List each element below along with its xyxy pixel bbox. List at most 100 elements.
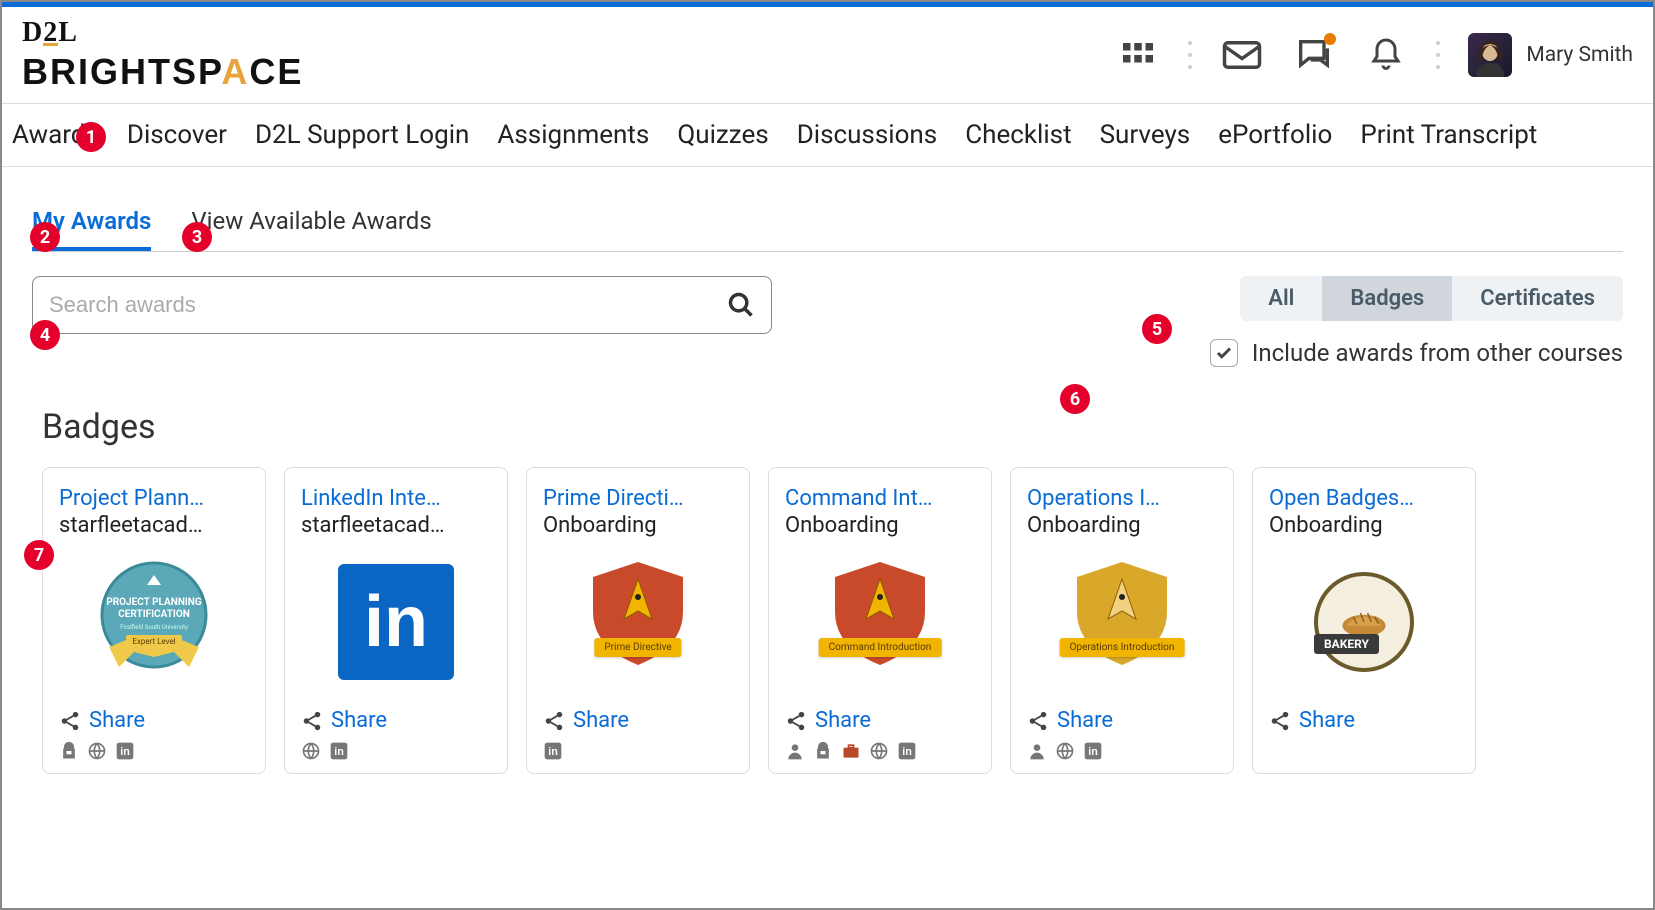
- linkedin-icon[interactable]: in: [543, 741, 563, 761]
- share-button[interactable]: Share: [301, 708, 491, 733]
- badge-title-link[interactable]: Operations I…: [1027, 486, 1217, 511]
- badge-image: Prime Directive: [543, 548, 733, 696]
- svg-text:in: in: [120, 746, 130, 758]
- filter-column: All Badges Certificates Include awards f…: [1210, 276, 1623, 367]
- nav-bar: Awards Discover D2L Support Login Assign…: [2, 104, 1653, 167]
- globe-icon[interactable]: [1055, 741, 1075, 761]
- share-button[interactable]: Share: [1027, 708, 1217, 733]
- backpack-icon[interactable]: [59, 741, 79, 761]
- badge-ribbon: BAKERY: [1314, 634, 1379, 654]
- linkedin-icon[interactable]: in: [1083, 741, 1103, 761]
- linkedin-icon[interactable]: in: [329, 741, 349, 761]
- filter-all[interactable]: All: [1240, 276, 1322, 321]
- share-label: Share: [1057, 708, 1113, 733]
- include-checkbox[interactable]: [1210, 339, 1238, 367]
- badge-card: Project Plann… starfleetacad… PROJECT PL…: [42, 467, 266, 774]
- include-other-courses: Include awards from other courses: [1210, 339, 1623, 367]
- share-button[interactable]: Share: [785, 708, 975, 733]
- search-input[interactable]: [49, 292, 727, 318]
- nav-print-transcript[interactable]: Print Transcript: [1360, 120, 1537, 150]
- annotation-4: 4: [30, 320, 60, 350]
- badge-subtitle: Onboarding: [785, 513, 975, 538]
- badge-image: PROJECT PLANNING CERTIFICATION Firstfiel…: [59, 548, 249, 696]
- share-label: Share: [815, 708, 871, 733]
- nav-discussions[interactable]: Discussions: [797, 120, 938, 150]
- linkedin-icon[interactable]: in: [897, 741, 917, 761]
- share-icon: [1027, 710, 1049, 732]
- annotation-6: 6: [1060, 384, 1090, 414]
- globe-icon[interactable]: [301, 741, 321, 761]
- nav-discover[interactable]: Discover: [127, 120, 227, 150]
- section-badges-title: Badges: [42, 407, 1623, 447]
- person-icon[interactable]: [785, 741, 805, 761]
- share-label: Share: [89, 708, 145, 733]
- linkedin-icon[interactable]: in: [115, 741, 135, 761]
- badge-image: Operations Introduction: [1027, 548, 1217, 696]
- mail-icon[interactable]: [1220, 33, 1264, 77]
- backpack-icon[interactable]: [813, 741, 833, 761]
- nav-surveys[interactable]: Surveys: [1100, 120, 1191, 150]
- share-targets: in: [59, 741, 249, 761]
- user-name: Mary Smith: [1526, 43, 1633, 67]
- globe-icon[interactable]: [869, 741, 889, 761]
- filter-certificates[interactable]: Certificates: [1452, 276, 1623, 321]
- segmented-filter: All Badges Certificates: [1240, 276, 1623, 321]
- person-icon[interactable]: [1027, 741, 1047, 761]
- user-menu[interactable]: Mary Smith: [1468, 33, 1633, 77]
- globe-icon[interactable]: [87, 741, 107, 761]
- briefcase-icon[interactable]: [841, 741, 861, 761]
- svg-text:PROJECT PLANNING: PROJECT PLANNING: [106, 597, 202, 608]
- logo-brightspace: BRIGHTSPACE: [22, 51, 303, 93]
- nav-quizzes[interactable]: Quizzes: [677, 120, 768, 150]
- tab-available-awards[interactable]: View Available Awards: [191, 195, 431, 251]
- badge-subtitle: starfleetacad…: [59, 513, 249, 538]
- badge-grid: Project Plann… starfleetacad… PROJECT PL…: [32, 467, 1623, 774]
- chat-icon[interactable]: [1292, 33, 1336, 77]
- share-label: Share: [1299, 708, 1355, 733]
- share-button[interactable]: Share: [543, 708, 733, 733]
- share-label: Share: [573, 708, 629, 733]
- badge-image: Command Introduction: [785, 548, 975, 696]
- separator-icon: [1188, 41, 1192, 69]
- filter-badges[interactable]: Badges: [1322, 276, 1452, 321]
- share-icon: [1269, 710, 1291, 732]
- logo-d2l: D2L: [22, 17, 303, 49]
- annotation-2: 2: [30, 222, 60, 252]
- svg-text:in: in: [902, 746, 912, 758]
- annotation-7: 7: [24, 540, 54, 570]
- svg-text:in: in: [334, 746, 344, 758]
- badge-title-link[interactable]: LinkedIn Inte…: [301, 486, 491, 511]
- share-targets: in: [543, 741, 733, 761]
- badge-card: Prime Directi… Onboarding Prime Directiv…: [526, 467, 750, 774]
- header-right: Mary Smith: [1116, 33, 1633, 77]
- share-button[interactable]: Share: [59, 708, 249, 733]
- badge-title-link[interactable]: Prime Directi…: [543, 486, 733, 511]
- badge-image: in: [301, 548, 491, 696]
- annotation-5: 5: [1142, 314, 1172, 344]
- separator-icon: [1436, 41, 1440, 69]
- badge-ribbon: Expert Level: [126, 635, 181, 648]
- search-box[interactable]: [32, 276, 772, 334]
- svg-text:in: in: [548, 746, 558, 758]
- share-targets: in: [301, 741, 491, 761]
- apps-grid-icon[interactable]: [1116, 33, 1160, 77]
- badge-title-link[interactable]: Project Plann…: [59, 486, 249, 511]
- badge-card: Open Badges… Onboarding BAKERY Shar: [1252, 467, 1476, 774]
- notification-dot-icon: [1324, 33, 1336, 45]
- nav-assignments[interactable]: Assignments: [497, 120, 649, 150]
- search-icon[interactable]: [727, 291, 755, 319]
- share-button[interactable]: Share: [1269, 708, 1459, 733]
- badge-ribbon: Command Introduction: [819, 638, 942, 657]
- badge-image: BAKERY: [1269, 548, 1459, 696]
- tabs: My Awards View Available Awards: [32, 195, 1623, 252]
- nav-support-login[interactable]: D2L Support Login: [255, 120, 469, 150]
- badge-title-link[interactable]: Open Badges…: [1269, 486, 1459, 511]
- badge-title-link[interactable]: Command Int…: [785, 486, 975, 511]
- header: D2L BRIGHTSPACE: [2, 7, 1653, 104]
- annotation-3: 3: [182, 222, 212, 252]
- nav-checklist[interactable]: Checklist: [965, 120, 1071, 150]
- nav-eportfolio[interactable]: ePortfolio: [1218, 120, 1332, 150]
- bell-icon[interactable]: [1364, 33, 1408, 77]
- logo[interactable]: D2L BRIGHTSPACE: [22, 17, 303, 93]
- share-label: Share: [331, 708, 387, 733]
